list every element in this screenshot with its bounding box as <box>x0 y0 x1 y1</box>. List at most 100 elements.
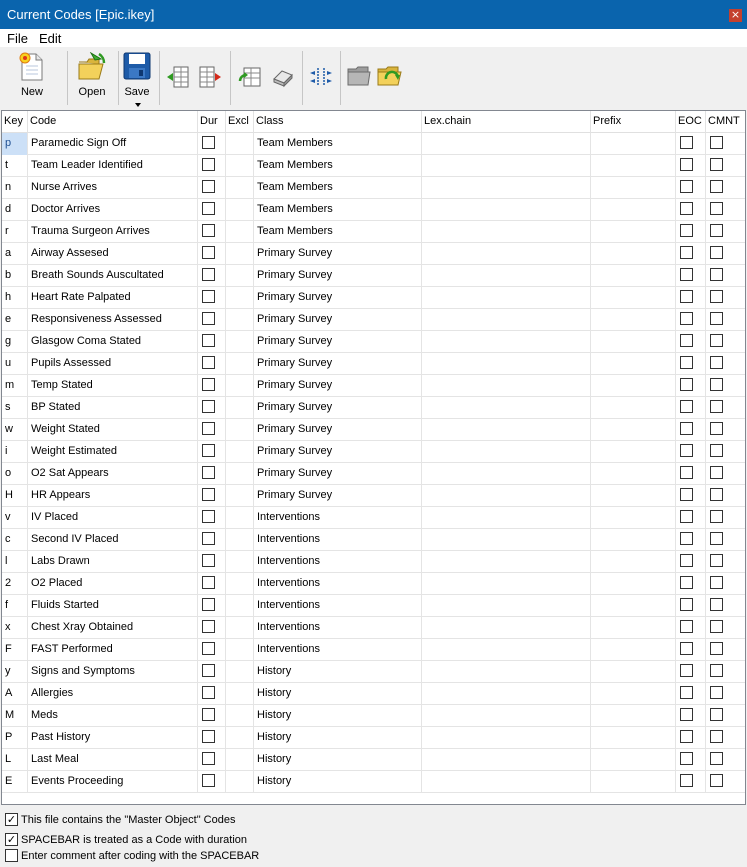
col-header-lex-chain[interactable]: Lex.chain <box>422 111 591 133</box>
cell-dur[interactable] <box>198 529 226 551</box>
cell-prefix[interactable] <box>591 353 676 375</box>
cell-key[interactable]: h <box>2 287 28 309</box>
cell-dur[interactable] <box>198 661 226 683</box>
cell-prefix[interactable] <box>591 617 676 639</box>
cell-key[interactable]: A <box>2 683 28 705</box>
cell-dur[interactable] <box>198 221 226 243</box>
cell-cmnt[interactable] <box>706 353 745 375</box>
table-row[interactable]: l Labs Drawn Interventions <box>2 551 745 573</box>
eraser-button[interactable] <box>270 65 294 89</box>
cell-key[interactable]: t <box>2 155 28 177</box>
table-row[interactable]: A Allergies History <box>2 683 745 705</box>
cell-class[interactable]: History <box>254 661 422 683</box>
cell-prefix[interactable] <box>591 375 676 397</box>
cell-eoc[interactable] <box>676 177 706 199</box>
col-header-code[interactable]: Code <box>28 111 198 133</box>
cell-code[interactable]: Temp Stated <box>28 375 198 397</box>
cmnt-checkbox[interactable] <box>710 598 723 611</box>
cell-excl[interactable] <box>226 683 254 705</box>
cell-dur[interactable] <box>198 243 226 265</box>
dur-checkbox[interactable] <box>202 312 215 325</box>
cell-code[interactable]: O2 Placed <box>28 573 198 595</box>
dur-checkbox[interactable] <box>202 180 215 193</box>
cell-lex-chain[interactable] <box>422 309 591 331</box>
cell-code[interactable]: Glasgow Coma Stated <box>28 331 198 353</box>
table-row[interactable]: b Breath Sounds Auscultated Primary Survey <box>2 265 745 287</box>
cell-cmnt[interactable] <box>706 155 745 177</box>
eoc-checkbox[interactable] <box>680 400 693 413</box>
cell-key[interactable]: w <box>2 419 28 441</box>
new-button[interactable]: New <box>10 51 54 105</box>
cell-excl[interactable] <box>226 727 254 749</box>
cell-eoc[interactable] <box>676 331 706 353</box>
cell-excl[interactable] <box>226 265 254 287</box>
cell-prefix[interactable] <box>591 287 676 309</box>
cell-prefix[interactable] <box>591 639 676 661</box>
cmnt-checkbox[interactable] <box>710 444 723 457</box>
cell-eoc[interactable] <box>676 749 706 771</box>
dur-checkbox[interactable] <box>202 378 215 391</box>
cmnt-checkbox[interactable] <box>710 510 723 523</box>
cell-code[interactable]: Paramedic Sign Off <box>28 133 198 155</box>
eoc-checkbox[interactable] <box>680 554 693 567</box>
cell-excl[interactable] <box>226 617 254 639</box>
cell-cmnt[interactable] <box>706 199 745 221</box>
cell-class[interactable]: History <box>254 771 422 793</box>
cell-lex-chain[interactable] <box>422 133 591 155</box>
cell-class[interactable]: Primary Survey <box>254 287 422 309</box>
option-comment-spacebar-checkbox[interactable] <box>5 849 18 862</box>
cell-eoc[interactable] <box>676 353 706 375</box>
cell-class[interactable]: Primary Survey <box>254 463 422 485</box>
cell-key[interactable]: P <box>2 727 28 749</box>
cell-dur[interactable] <box>198 155 226 177</box>
cmnt-checkbox[interactable] <box>710 752 723 765</box>
cmnt-checkbox[interactable] <box>710 642 723 655</box>
cell-excl[interactable] <box>226 573 254 595</box>
cmnt-checkbox[interactable] <box>710 466 723 479</box>
dur-checkbox[interactable] <box>202 268 215 281</box>
cell-cmnt[interactable] <box>706 243 745 265</box>
cell-eoc[interactable] <box>676 221 706 243</box>
cell-key[interactable]: s <box>2 397 28 419</box>
cell-excl[interactable] <box>226 419 254 441</box>
table-row[interactable]: s BP Stated Primary Survey <box>2 397 745 419</box>
cell-eoc[interactable] <box>676 441 706 463</box>
cell-prefix[interactable] <box>591 243 676 265</box>
table-row[interactable]: t Team Leader Identified Team Members <box>2 155 745 177</box>
archive-button[interactable] <box>346 63 372 89</box>
eoc-checkbox[interactable] <box>680 620 693 633</box>
sheet-refresh-button[interactable] <box>238 65 262 89</box>
cell-key[interactable]: p <box>2 133 28 155</box>
dur-checkbox[interactable] <box>202 356 215 369</box>
cell-lex-chain[interactable] <box>422 375 591 397</box>
cell-key[interactable]: y <box>2 661 28 683</box>
cmnt-checkbox[interactable] <box>710 664 723 677</box>
cell-lex-chain[interactable] <box>422 265 591 287</box>
menu-file[interactable]: File <box>7 31 28 46</box>
cell-cmnt[interactable] <box>706 287 745 309</box>
cell-cmnt[interactable] <box>706 661 745 683</box>
cmnt-checkbox[interactable] <box>710 202 723 215</box>
cell-prefix[interactable] <box>591 419 676 441</box>
cmnt-checkbox[interactable] <box>710 378 723 391</box>
cell-excl[interactable] <box>226 287 254 309</box>
cell-cmnt[interactable] <box>706 727 745 749</box>
table-row[interactable]: w Weight Stated Primary Survey <box>2 419 745 441</box>
cell-key[interactable]: n <box>2 177 28 199</box>
cell-prefix[interactable] <box>591 507 676 529</box>
cell-lex-chain[interactable] <box>422 551 591 573</box>
col-header-class[interactable]: Class <box>254 111 422 133</box>
cell-lex-chain[interactable] <box>422 331 591 353</box>
cmnt-checkbox[interactable] <box>710 356 723 369</box>
table-row[interactable]: E Events Proceeding History <box>2 771 745 793</box>
cell-eoc[interactable] <box>676 595 706 617</box>
cell-key[interactable]: i <box>2 441 28 463</box>
cell-dur[interactable] <box>198 749 226 771</box>
cell-code[interactable]: Last Meal <box>28 749 198 771</box>
col-header-key[interactable]: Key <box>2 111 28 133</box>
cell-cmnt[interactable] <box>706 683 745 705</box>
col-header-cmnt[interactable]: CMNT <box>706 111 745 133</box>
table-row[interactable]: u Pupils Assessed Primary Survey <box>2 353 745 375</box>
cell-dur[interactable] <box>198 485 226 507</box>
cell-eoc[interactable] <box>676 705 706 727</box>
